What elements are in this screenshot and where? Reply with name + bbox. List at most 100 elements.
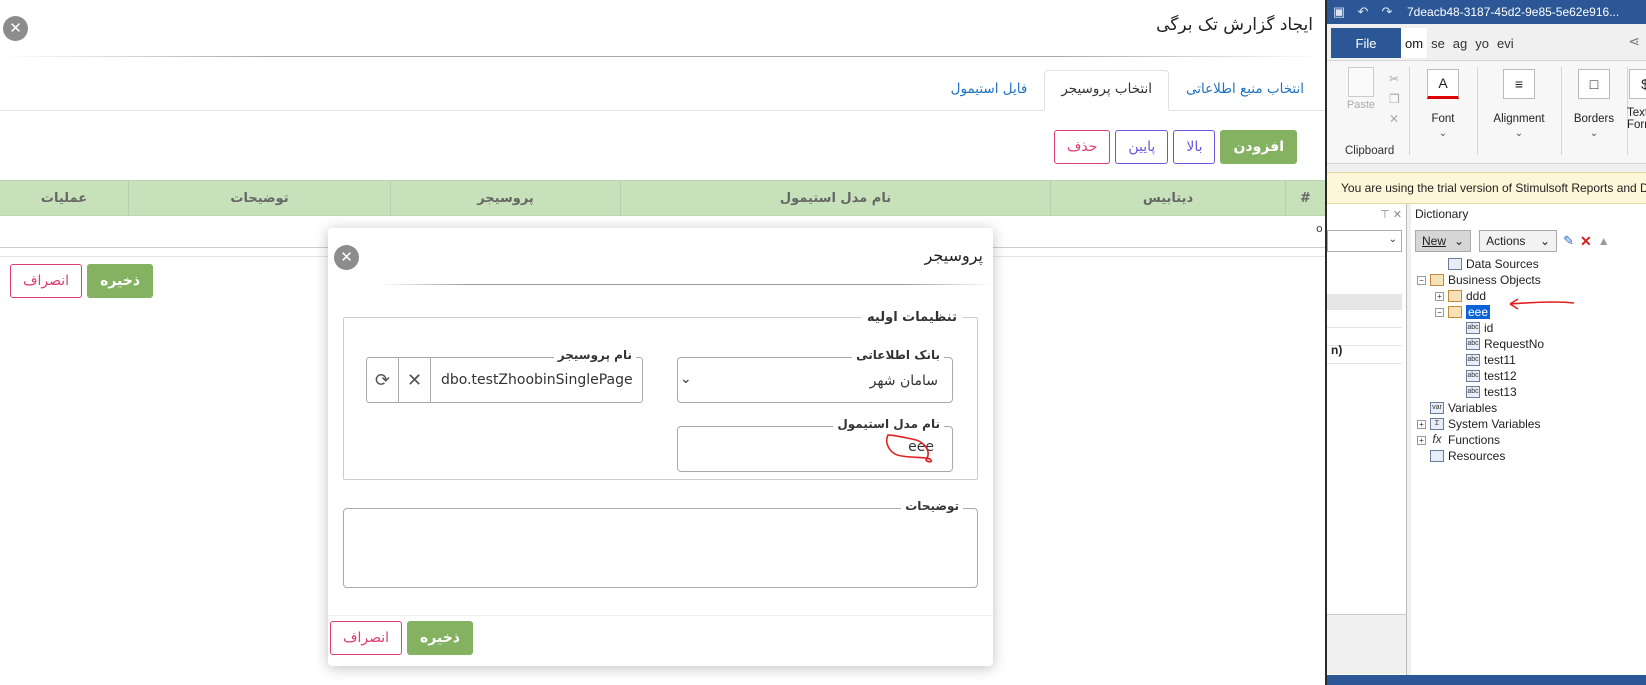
cut-icon[interactable]: ✂: [1389, 69, 1400, 89]
collapse-icon[interactable]: −: [1435, 307, 1444, 317]
tree-node-id[interactable]: abc id: [1453, 320, 1493, 336]
title-divider: [0, 56, 1325, 57]
ribbon-tab-page[interactable]: ag: [1449, 28, 1471, 58]
ribbon-tab-layout[interactable]: yo: [1471, 28, 1493, 58]
column-header-model-name: نام مدل استیمول: [620, 181, 1050, 215]
status-bar: [1327, 675, 1646, 685]
add-button[interactable]: افزودن: [1220, 130, 1297, 164]
abc-icon: abc: [1466, 354, 1480, 366]
tree-node-functions[interactable]: + fx Functions: [1417, 432, 1500, 448]
redo-icon[interactable]: ↷: [1375, 0, 1399, 24]
alignment-label: Alignment: [1493, 113, 1545, 125]
bo-icon: [1430, 274, 1444, 286]
tree-node-eee[interactable]: − eee: [1435, 304, 1491, 320]
copy-icon[interactable]: ❐: [1389, 89, 1400, 109]
tab-stimulsoft-file[interactable]: فایل استیمول: [934, 70, 1045, 111]
ribbon-tab-preview[interactable]: evi: [1493, 28, 1518, 58]
save-icon[interactable]: ▣: [1327, 0, 1351, 24]
database-select[interactable]: بانک اطلاعاتی سامان شهر ⌄: [677, 348, 953, 403]
close-icon: ✕: [9, 19, 22, 37]
borders-label: Borders: [1573, 113, 1615, 125]
delete-button[interactable]: حذف: [1053, 130, 1111, 164]
abc-icon: abc: [1466, 386, 1480, 398]
page-close-button[interactable]: ✕: [3, 16, 28, 41]
tree-node-variables[interactable]: var Variables: [1417, 400, 1497, 416]
expand-icon[interactable]: +: [1435, 291, 1444, 301]
move-up-button[interactable]: بالا: [1173, 130, 1216, 164]
modal-save-button[interactable]: ذخیره: [407, 621, 473, 655]
procedure-name-text: dbo.testZhoobinSinglePage: [441, 372, 633, 388]
column-header-description: توضیحات: [128, 181, 390, 215]
move-up-icon[interactable]: ▲: [1598, 234, 1610, 248]
abc-icon: abc: [1466, 322, 1480, 334]
tree-node-label: test13: [1484, 385, 1517, 399]
text-format-group[interactable]: $ Text Format: [1627, 65, 1646, 161]
alignment-group[interactable]: ≡ Alignment ⌄: [1479, 65, 1559, 161]
tree-node-business-objects[interactable]: − Business Objects: [1417, 272, 1541, 288]
procedure-value[interactable]: نام پروسیجر dbo.testZhoobinSinglePage: [431, 348, 642, 402]
dictionary-title: Dictionary: [1415, 207, 1469, 221]
column-header-index: #: [1285, 181, 1325, 215]
tree-node-test11[interactable]: abc test11: [1453, 352, 1516, 368]
abc-icon: abc: [1466, 370, 1480, 382]
tree-node-label: eee: [1466, 305, 1491, 319]
tree-node-label: System Variables: [1448, 417, 1541, 431]
clear-button[interactable]: ✕: [399, 358, 431, 402]
modal-footer-divider: [328, 615, 993, 616]
refresh-button[interactable]: ⟳: [367, 358, 399, 402]
ds-icon: [1448, 258, 1462, 270]
ribbon-tab-insert[interactable]: se: [1427, 28, 1449, 58]
pin-icon[interactable]: ⊤ ✕: [1380, 208, 1402, 221]
refresh-icon: ⟳: [374, 369, 391, 391]
font-icon: A: [1427, 69, 1459, 99]
paste-button[interactable]: Paste: [1345, 67, 1377, 111]
tree-node-data-sources[interactable]: Data Sources: [1435, 256, 1539, 272]
delete-icon[interactable]: ✕: [1389, 109, 1400, 129]
actions-button[interactable]: Actions ⌄: [1479, 230, 1558, 252]
file-tab[interactable]: File: [1331, 28, 1401, 58]
move-down-button[interactable]: پایین: [1115, 130, 1169, 164]
expand-icon[interactable]: +: [1417, 435, 1426, 445]
properties-combo[interactable]: ⌄: [1327, 230, 1402, 252]
tree-node-test12[interactable]: abc test12: [1453, 368, 1517, 384]
description-label: توضیحات: [901, 499, 963, 513]
tab-procedure[interactable]: انتخاب پروسیجر: [1044, 70, 1169, 111]
text-format-label: Text Format: [1627, 107, 1646, 131]
tab-data-source[interactable]: انتخاب منبع اطلاعاتی: [1169, 70, 1321, 111]
tree-node-ddd[interactable]: + ddd: [1435, 288, 1486, 304]
description-textarea[interactable]: توضیحات: [343, 499, 978, 588]
property-row[interactable]: [1327, 312, 1402, 328]
tree-node-resources[interactable]: Resources: [1417, 448, 1505, 464]
clipboard-small-tools: ✂ ❐ ✕: [1389, 69, 1400, 129]
property-row[interactable]: [1327, 294, 1402, 310]
edit-icon[interactable]: ✎: [1563, 233, 1574, 249]
modal-cancel-button[interactable]: انصراف: [329, 621, 403, 655]
tree-node-test13[interactable]: abc test13: [1453, 384, 1517, 400]
res-icon: [1430, 450, 1444, 462]
tree-node-system-variables[interactable]: + Σ System Variables: [1417, 416, 1540, 432]
chevron-down-icon: ⌄: [1388, 234, 1397, 245]
page-cancel-button[interactable]: انصراف: [10, 264, 83, 298]
modal-close-button[interactable]: ✕: [334, 245, 359, 270]
model-name-field[interactable]: نام مدل استیمول eee: [677, 417, 953, 472]
fx-icon: fx: [1432, 432, 1442, 446]
page-title: ایجاد گزارش تک برگی: [1156, 15, 1313, 35]
borders-group[interactable]: □ Borders ⌄: [1563, 65, 1625, 161]
ribbon-separator: [1561, 67, 1562, 155]
new-button[interactable]: New ⌄: [1415, 230, 1472, 252]
designer-titlebar: ▣ ↶ ↷ 7deacb48-3187-45d2-9e85-5e62e916..…: [1327, 0, 1646, 24]
font-group[interactable]: A Font ⌄: [1411, 65, 1475, 161]
undo-icon[interactable]: ↶: [1351, 0, 1375, 24]
dictionary-toolbar: New ⌄ Actions ⌄ ✎ ✕ ▲: [1415, 230, 1610, 252]
tree-node-label: Variables: [1448, 401, 1498, 415]
ribbon-tab-home[interactable]: om: [1401, 28, 1428, 58]
initial-settings-legend: تنظیمات اولیه: [867, 310, 957, 325]
clipboard-group-label: Clipboard: [1345, 145, 1395, 157]
share-icon[interactable]: ⋖: [1628, 33, 1640, 50]
page-save-button[interactable]: ذخیره: [87, 264, 154, 298]
delete-icon[interactable]: ✕: [1580, 233, 1592, 250]
tree-node-label: RequestNo: [1484, 337, 1545, 351]
collapse-icon[interactable]: −: [1417, 275, 1426, 285]
expand-icon[interactable]: +: [1417, 419, 1426, 429]
tree-node-requestno[interactable]: abc RequestNo: [1453, 336, 1544, 352]
